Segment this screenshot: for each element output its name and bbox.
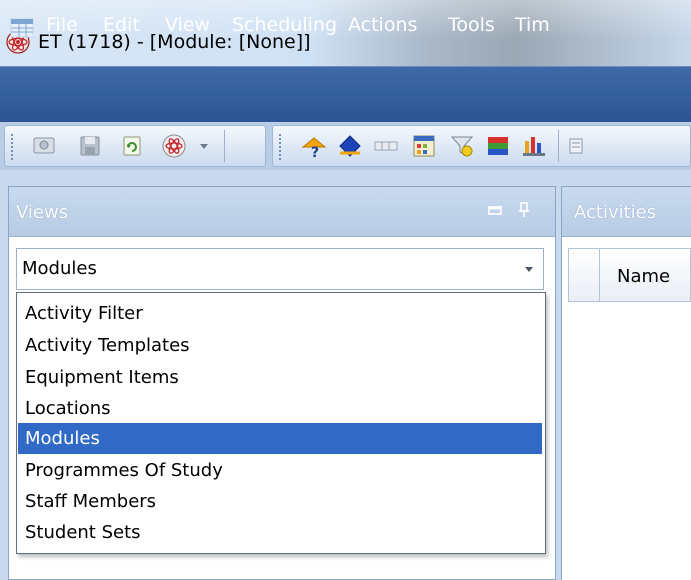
toolbar-separator: [224, 130, 225, 162]
filter-icon[interactable]: [448, 133, 476, 159]
dropdown-option-locations[interactable]: Locations: [18, 393, 542, 424]
menu-bar: [0, 66, 691, 122]
screen-icon[interactable]: [30, 133, 58, 159]
navigate-icon[interactable]: [336, 133, 364, 159]
dropdown-option-equipment-items[interactable]: Equipment Items: [18, 362, 542, 393]
dropdown-option-activity-filter[interactable]: Activity Filter: [18, 298, 542, 329]
views-combobox-value: Modules: [22, 258, 97, 279]
toolbar-group-scheduling: [272, 125, 691, 167]
toolbar-grip[interactable]: [11, 134, 13, 160]
timeline-icon[interactable]: [372, 133, 400, 159]
chevron-down-icon[interactable]: [523, 266, 535, 274]
grid-menu-icon[interactable]: [10, 17, 34, 39]
help-cursor-icon[interactable]: ?: [300, 133, 328, 159]
dropdown-option-programmes-of-study[interactable]: Programmes Of Study: [18, 455, 542, 486]
menu-edit[interactable]: Edit: [103, 14, 140, 36]
menu-tools[interactable]: Tools: [448, 14, 495, 36]
menu-scheduling[interactable]: Scheduling: [232, 14, 337, 36]
dropdown-option-staff-members[interactable]: Staff Members: [18, 486, 542, 517]
menu-file[interactable]: File: [46, 14, 78, 36]
dropdown-option-modules[interactable]: Modules: [18, 423, 542, 454]
color-bars-icon[interactable]: [484, 133, 512, 159]
refresh-icon[interactable]: [118, 133, 146, 159]
dropdown-option-activity-templates[interactable]: Activity Templates: [18, 330, 542, 361]
calendar-icon[interactable]: [410, 133, 438, 159]
menu-view[interactable]: View: [165, 14, 210, 36]
menu-time[interactable]: Tim: [515, 14, 550, 36]
activities-panel: [561, 186, 691, 580]
toolbar-separator: [558, 130, 559, 162]
menu-actions[interactable]: Actions: [348, 14, 417, 36]
dropdown-arrow-icon[interactable]: [196, 133, 212, 159]
activities-panel-title: Activities: [574, 202, 657, 223]
atom-icon[interactable]: [160, 133, 188, 159]
minimize-panel-icon[interactable]: [485, 200, 505, 220]
more-icon[interactable]: [566, 133, 586, 159]
bar-chart-icon[interactable]: [520, 133, 548, 159]
column-header-name[interactable]: Name: [617, 266, 670, 287]
views-panel-title: Views: [16, 202, 69, 223]
activities-grid-row-header[interactable]: [568, 248, 600, 302]
save-icon[interactable]: [76, 133, 104, 159]
toolbar-grip[interactable]: [279, 134, 281, 160]
views-panel-header: [9, 187, 555, 237]
svg-text:?: ?: [311, 145, 319, 159]
dropdown-option-student-sets[interactable]: Student Sets: [18, 517, 542, 548]
pin-icon[interactable]: [514, 200, 534, 220]
